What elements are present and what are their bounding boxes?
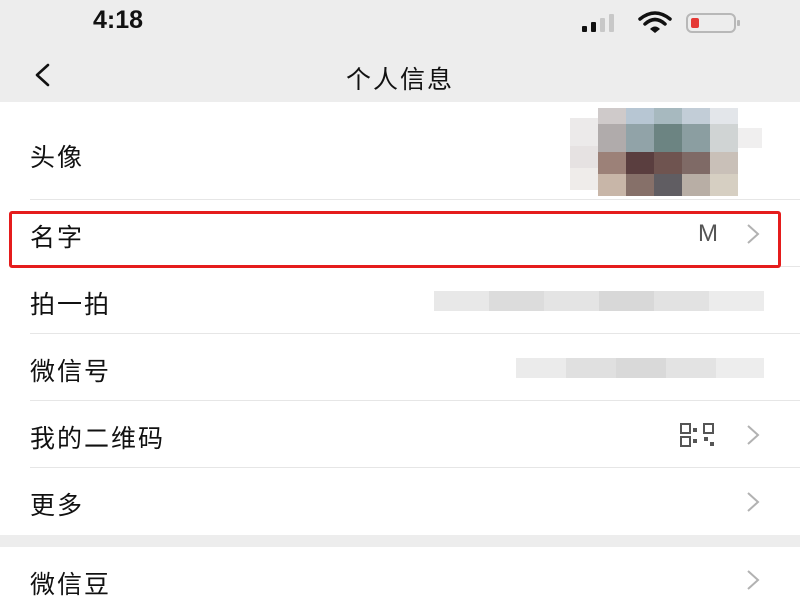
chevron-right-icon [747, 492, 760, 512]
status-time: 4:18 [93, 6, 144, 34]
chevron-right-icon [747, 224, 760, 244]
row-pat[interactable]: 拍一拍 [0, 267, 800, 334]
row-label: 名字 [30, 223, 85, 252]
row-qr-code[interactable]: 我的二维码 [0, 401, 800, 468]
blurred-pat-value [434, 291, 764, 311]
row-name[interactable]: 名字 M [0, 200, 800, 267]
status-bar: 4:18 [0, 0, 800, 48]
row-label: 微信号 [30, 357, 112, 386]
avatar [570, 108, 762, 196]
row-label: 拍一拍 [30, 290, 112, 319]
row-label: 头像 [30, 143, 85, 172]
row-label: 更多 [30, 491, 85, 520]
row-label: 微信豆 [30, 570, 112, 599]
wifi-icon [638, 11, 672, 33]
row-wechat-id[interactable]: 微信号 [0, 334, 800, 401]
blurred-wechat-id [516, 358, 764, 378]
page-title: 个人信息 [345, 65, 454, 94]
row-more[interactable]: 更多 [0, 468, 800, 535]
profile-info-group: 头像 名字 M 拍一拍 微信号 我的二维码 更多 [0, 102, 800, 535]
battery-low-icon [686, 13, 740, 33]
extra-group: 微信豆 [0, 547, 800, 600]
navigation-bar: 个人信息 [0, 48, 800, 102]
name-value: M [698, 220, 720, 247]
chevron-right-icon [747, 425, 760, 445]
cellular-signal-icon [582, 14, 614, 32]
qr-code-icon [680, 423, 714, 447]
row-label: 我的二维码 [30, 424, 166, 453]
row-wechat-beans[interactable]: 微信豆 [0, 547, 800, 600]
chevron-right-icon [747, 570, 760, 590]
row-avatar[interactable]: 头像 [0, 102, 800, 200]
